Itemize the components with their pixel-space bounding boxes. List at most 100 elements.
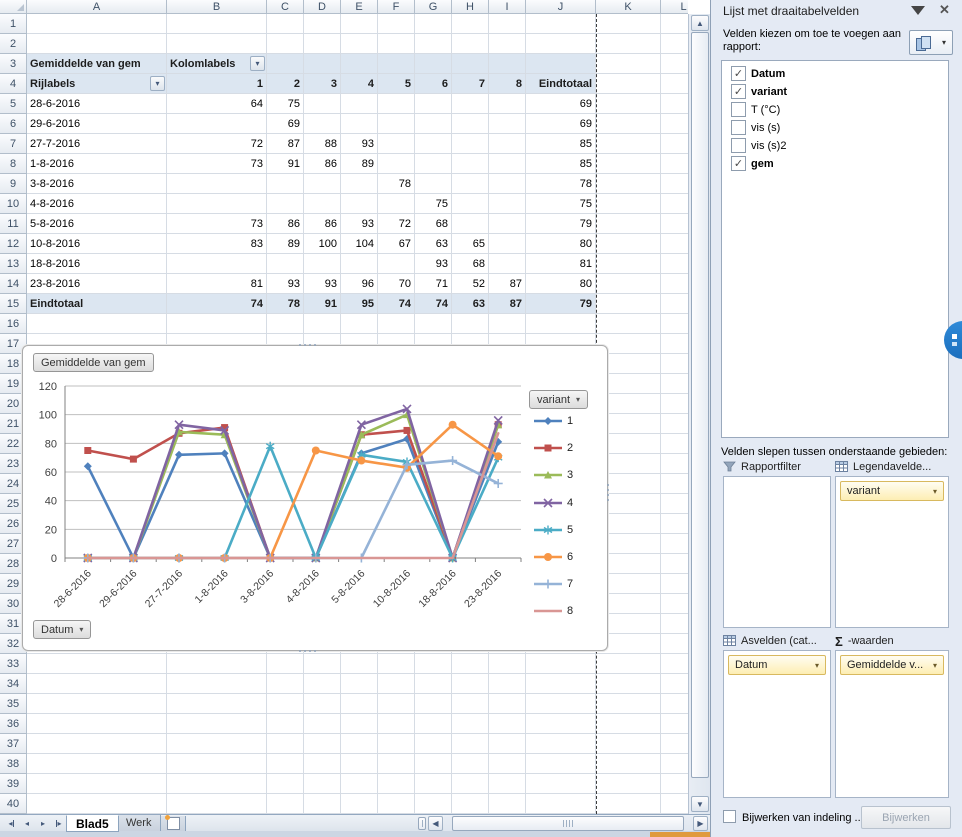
row-labels-filter-button[interactable]: ▾ — [150, 76, 165, 91]
chevron-down-icon: ▾ — [576, 395, 581, 404]
field-checkbox[interactable] — [731, 102, 746, 117]
hscroll-left-button[interactable]: ◀ — [428, 816, 443, 831]
column-header-I[interactable]: I — [489, 0, 526, 14]
close-icon[interactable]: ✕ — [939, 2, 950, 18]
row-header-40[interactable]: 40 — [0, 794, 27, 814]
row-header-9[interactable]: 9 — [0, 174, 27, 194]
zone-box-3[interactable]: Gemiddelde v... ▾ — [835, 650, 949, 798]
row-header-5[interactable]: 5 — [0, 94, 27, 114]
pivot-value-cell: 79 — [579, 217, 592, 230]
hscroll-right-button[interactable]: ▶ — [693, 816, 708, 831]
pivot-chart-field-button-legend[interactable]: variant ▾ — [529, 390, 589, 409]
series-1 — [83, 435, 503, 562]
last-sheet-button[interactable]: ▸ — [51, 815, 67, 831]
row-header-37[interactable]: 37 — [0, 734, 27, 754]
column-header-H[interactable]: H — [452, 0, 489, 14]
field-checkbox[interactable] — [731, 120, 746, 135]
vertical-scroll-thumb[interactable] — [691, 32, 709, 778]
field-item-vis (s)2[interactable]: vis (s)2 — [726, 137, 942, 154]
column-header-L[interactable]: L — [661, 0, 688, 14]
row-header-15[interactable]: 15 — [0, 294, 27, 314]
field-list-view-button[interactable]: ▾ — [909, 30, 953, 55]
field-checkbox[interactable] — [731, 138, 746, 153]
row-header-34[interactable]: 34 — [0, 674, 27, 694]
pivot-total-value-cell: 63 — [472, 297, 485, 310]
scroll-down-button[interactable]: ▼ — [691, 796, 709, 812]
zone-field-button-variant[interactable]: variant ▾ — [840, 481, 944, 501]
horizontal-scrollbar[interactable] — [444, 816, 692, 831]
chevron-down-icon[interactable]: ▾ — [933, 661, 937, 670]
row-header-12[interactable]: 12 — [0, 234, 27, 254]
gridline-horizontal — [27, 733, 688, 734]
row-header-39[interactable]: 39 — [0, 774, 27, 794]
field-item-T (°C)[interactable]: T (°C) — [726, 101, 942, 118]
column-header-A[interactable]: A — [27, 0, 167, 14]
sheet-tab-Blad5[interactable]: Blad5 — [66, 815, 119, 832]
field-item-variant[interactable]: ✓ variant — [726, 83, 942, 100]
zone-box-1[interactable]: variant ▾ — [835, 476, 949, 628]
column-header-C[interactable]: C — [267, 0, 304, 14]
column-labels-filter-button[interactable]: ▾ — [250, 56, 265, 71]
field-label: vis (s) — [751, 121, 781, 134]
previous-sheet-button[interactable]: ◂ — [19, 815, 35, 831]
defer-layout-checkbox[interactable] — [723, 810, 736, 823]
row-header-2[interactable]: 2 — [0, 34, 27, 54]
pivot-chart[interactable]: 0 20 40 60 80 100 120 28-6-2016 29-6-2016 27-7-20… — [22, 344, 609, 652]
field-list-view-icon — [915, 35, 931, 51]
update-button[interactable]: Bijwerken — [861, 806, 951, 829]
column-header-F[interactable]: F — [378, 0, 415, 14]
pivot-row-label: 3-8-2016 — [30, 177, 75, 190]
row-header-13[interactable]: 13 — [0, 254, 27, 274]
row-header-8[interactable]: 8 — [0, 154, 27, 174]
chart-resize-handle[interactable] — [607, 484, 609, 501]
tab-split-handle[interactable] — [418, 817, 426, 830]
first-sheet-button[interactable]: ◂ — [3, 815, 19, 831]
select-all-corner[interactable] — [0, 0, 27, 14]
row-header-11[interactable]: 11 — [0, 214, 27, 234]
zone-field-button-Datum[interactable]: Datum ▾ — [728, 655, 826, 675]
pivot-value-cell: 96 — [361, 277, 374, 290]
row-header-38[interactable]: 38 — [0, 754, 27, 774]
chevron-down-icon[interactable]: ▾ — [933, 487, 937, 496]
field-checkbox[interactable]: ✓ — [731, 84, 746, 99]
column-header-J[interactable]: J — [526, 0, 596, 14]
row-header-7[interactable]: 7 — [0, 134, 27, 154]
chevron-down-icon[interactable]: ▾ — [815, 661, 819, 670]
scroll-up-button[interactable]: ▲ — [691, 15, 709, 31]
field-item-Datum[interactable]: ✓ Datum — [726, 65, 942, 82]
pivot-chart-field-button-axis[interactable]: Datum ▾ — [33, 620, 92, 639]
row-header-33[interactable]: 33 — [0, 654, 27, 674]
field-checkbox[interactable]: ✓ — [731, 66, 746, 81]
pivot-row-label: 10-8-2016 — [30, 237, 81, 250]
row-header-6[interactable]: 6 — [0, 114, 27, 134]
row-header-16[interactable]: 16 — [0, 314, 27, 334]
sheet-tab-Werk[interactable]: Werk — [116, 815, 162, 832]
row-header-14[interactable]: 14 — [0, 274, 27, 294]
chart-resize-handle[interactable] — [299, 650, 316, 652]
row-header-1[interactable]: 1 — [0, 14, 27, 34]
column-header-D[interactable]: D — [304, 0, 341, 14]
horizontal-scroll-thumb[interactable] — [452, 816, 684, 831]
row-header-35[interactable]: 35 — [0, 694, 27, 714]
column-header-K[interactable]: K — [596, 0, 661, 14]
field-item-vis (s)[interactable]: vis (s) — [726, 119, 942, 136]
vertical-scrollbar[interactable]: ▲ ▼ — [688, 14, 710, 814]
y-axis-tick-label: 120 — [39, 381, 57, 393]
insert-worksheet-tab[interactable] — [160, 815, 186, 832]
chart-resize-handle[interactable] — [299, 344, 316, 346]
column-header-G[interactable]: G — [415, 0, 452, 14]
next-sheet-button[interactable]: ▸ — [35, 815, 51, 831]
row-header-3[interactable]: 3 — [0, 54, 27, 74]
pane-menu-icon[interactable] — [911, 6, 925, 15]
column-header-B[interactable]: B — [167, 0, 267, 14]
zone-box-0[interactable] — [723, 476, 831, 628]
pivot-chart-field-button-value[interactable]: Gemiddelde van gem — [33, 353, 154, 372]
column-header-E[interactable]: E — [341, 0, 378, 14]
zone-field-button-Gemiddelde v...[interactable]: Gemiddelde v... ▾ — [840, 655, 944, 675]
field-checkbox[interactable]: ✓ — [731, 156, 746, 171]
zone-box-2[interactable]: Datum ▾ — [723, 650, 831, 798]
row-header-36[interactable]: 36 — [0, 714, 27, 734]
row-header-10[interactable]: 10 — [0, 194, 27, 214]
row-header-4[interactable]: 4 — [0, 74, 27, 94]
field-item-gem[interactable]: ✓ gem — [726, 155, 942, 172]
